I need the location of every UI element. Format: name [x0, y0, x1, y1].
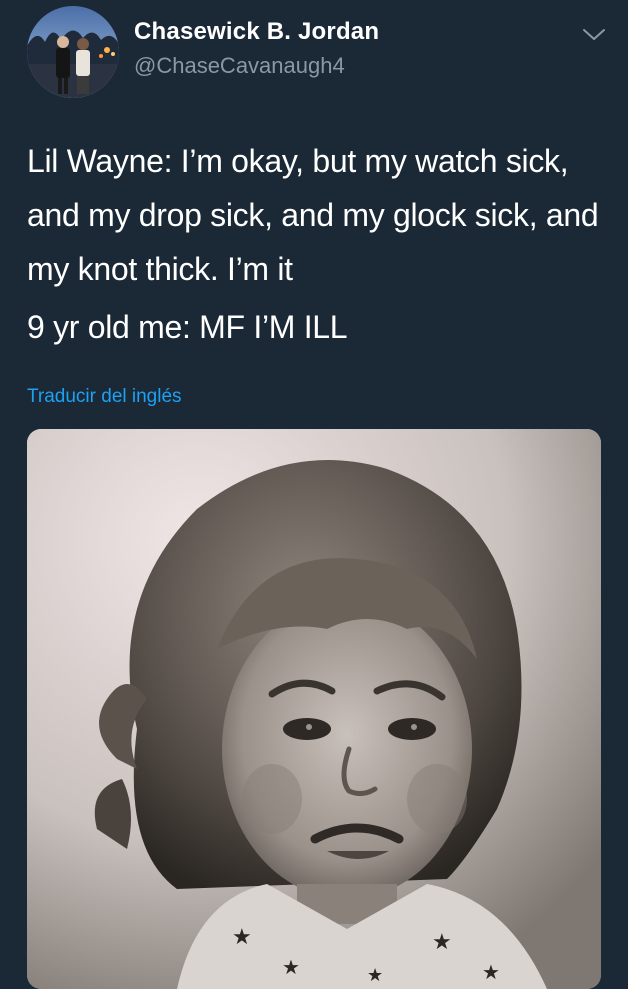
svg-text:★: ★	[482, 960, 500, 984]
translate-link[interactable]: Traducir del inglés	[27, 386, 182, 408]
svg-text:★: ★	[282, 955, 300, 979]
chevron-down-icon[interactable]	[580, 24, 608, 44]
svg-text:★: ★	[432, 930, 452, 955]
toddler-photo: ★ ★ ★ ★ ★	[27, 429, 601, 989]
tweet-media-photo[interactable]: ★ ★ ★ ★ ★	[27, 429, 601, 989]
author-avatar[interactable]	[27, 6, 119, 98]
tweet-text-line: 9 yr old me: MF I’M ILL	[27, 309, 348, 345]
svg-text:★: ★	[232, 925, 252, 950]
author-handle[interactable]: @ChaseCavanaugh4	[134, 53, 345, 79]
tweet-text-line: Lil Wayne: I’m okay, but my watch sick, …	[27, 143, 599, 287]
author-display-name[interactable]: Chasewick B. Jordan	[134, 18, 379, 46]
tweet: Chasewick B. Jordan @ChaseCavanaugh4 Lil…	[0, 0, 628, 989]
tweet-text: Lil Wayne: I’m okay, but my watch sick, …	[27, 134, 617, 354]
avatar-photo	[27, 6, 119, 98]
svg-text:★: ★	[367, 965, 383, 986]
